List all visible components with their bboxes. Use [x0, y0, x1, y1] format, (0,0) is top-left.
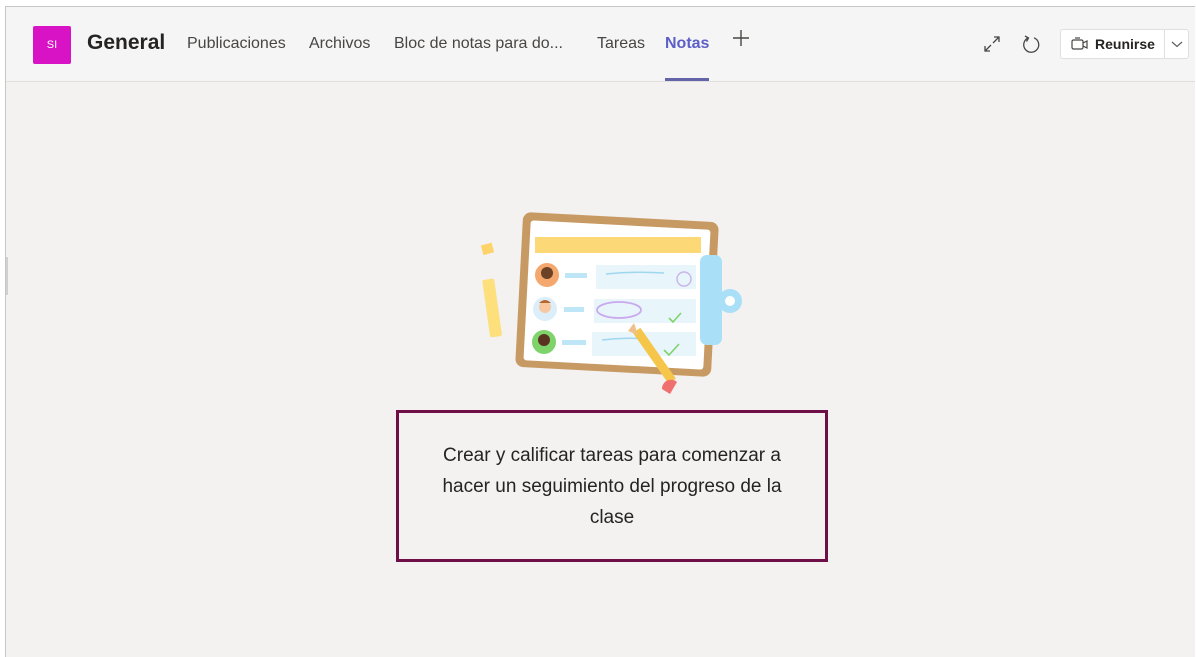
- meet-button[interactable]: Reunirse: [1061, 30, 1164, 58]
- tab-tareas[interactable]: Tareas: [597, 35, 645, 81]
- meet-label: Reunirse: [1095, 36, 1155, 52]
- empty-state-message-box: Crear y calificar tareas para comenzar a…: [396, 410, 828, 562]
- tab-publicaciones[interactable]: Publicaciones: [187, 35, 286, 81]
- expand-icon: [984, 36, 1000, 52]
- left-edge-handle: [6, 257, 8, 295]
- empty-state-message: Crear y calificar tareas para comenzar a…: [442, 444, 782, 528]
- tab-archivos[interactable]: Archivos: [309, 35, 370, 81]
- expand-button[interactable]: [981, 33, 1003, 55]
- meet-dropdown-button[interactable]: [1165, 30, 1188, 58]
- channel-title: General: [87, 31, 166, 54]
- tab-bloc-de-notas[interactable]: Bloc de notas para do...: [394, 35, 563, 81]
- reload-button[interactable]: [1020, 33, 1042, 55]
- add-tab-button[interactable]: [732, 29, 750, 47]
- video-camera-icon: [1071, 37, 1088, 50]
- teams-channel-view: SI General Publicaciones Archivos Bloc d…: [5, 6, 1195, 657]
- chevron-down-icon: [1171, 41, 1182, 48]
- meet-split-button: Reunirse: [1060, 29, 1189, 59]
- tab-notas[interactable]: Notas: [665, 35, 710, 81]
- plus-icon: [733, 30, 749, 46]
- team-avatar-initials: SI: [46, 39, 58, 51]
- clipboard-grades-illustration: [474, 207, 749, 402]
- team-avatar[interactable]: SI: [33, 26, 71, 64]
- reload-icon: [1023, 35, 1040, 53]
- channel-header: SI General Publicaciones Archivos Bloc d…: [6, 7, 1195, 82]
